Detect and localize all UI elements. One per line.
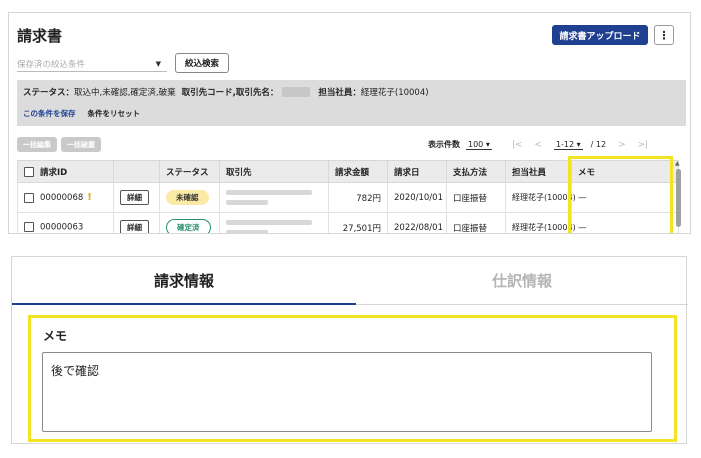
detail-cell: 詳細: [113, 182, 160, 213]
table-header-row: 請求ID ステータス 取引先 請求金額 請求日 支払方法 担当社員 メモ: [17, 160, 679, 183]
column-header-staff[interactable]: 担当社員: [505, 160, 572, 183]
detail-cell: 詳細: [113, 212, 160, 233]
column-header-memo[interactable]: メモ: [571, 160, 679, 183]
detail-button[interactable]: 詳細: [120, 220, 149, 233]
column-header-date[interactable]: 請求日: [387, 160, 447, 183]
filter-search-button[interactable]: 絞込検索: [175, 53, 229, 73]
date-cell: 2022/08/01: [387, 212, 447, 233]
column-header-actions: [113, 160, 160, 183]
column-header-partner[interactable]: 取引先: [219, 160, 329, 183]
filter-staff-label: 担当社員：: [318, 88, 361, 98]
status-badge: 未確認: [166, 190, 209, 205]
status-cell: 未確認: [159, 182, 220, 213]
tab-journal-info[interactable]: 仕訳情報: [356, 257, 688, 305]
bulk-edit-button[interactable]: 一括編集: [17, 137, 57, 152]
payment-method-cell: 口座振替: [446, 212, 506, 233]
invoice-id-cell: 00000068!: [17, 182, 114, 213]
filter-summary-bar: ステータス： 取込中,未確認,確定済,破棄 取引先コード,取引先名： 担当社員：…: [17, 80, 686, 126]
first-page-icon[interactable]: |<: [512, 140, 523, 150]
saved-filter-select[interactable]: 保存済の絞込条件 ▼: [17, 56, 167, 72]
invoice-detail-panel: 請求情報 仕訳情報 メモ 後で確認: [11, 256, 688, 444]
date-cell: 2020/10/01: [387, 182, 447, 213]
filter-status-label: ステータス：: [23, 88, 75, 98]
invoice-list-panel: 請求書 請求書アップロード ⋮ 保存済の絞込条件 ▼ 絞込検索 ステータス： 取…: [8, 12, 691, 234]
next-page-icon[interactable]: >: [618, 140, 626, 150]
payment-method-cell: 口座振替: [446, 182, 506, 213]
detail-button[interactable]: 詳細: [120, 190, 149, 205]
per-page-label: 表示件数: [428, 140, 460, 149]
prev-page-icon[interactable]: <: [534, 140, 542, 150]
row-checkbox[interactable]: [24, 192, 34, 203]
staff-cell: 経理花子(10004): [505, 182, 576, 213]
pagination: 表示件数 100 ▾ |< < 1-12 ▾ / 12 > >|: [428, 137, 660, 152]
amount-cell: 27,501円: [328, 212, 388, 233]
amount-cell: 782円: [328, 182, 388, 213]
invoice-table: 請求ID ステータス 取引先 請求金額 請求日 支払方法 担当社員 メモ 000…: [17, 160, 679, 233]
column-header-payment-method[interactable]: 支払方法: [446, 160, 506, 183]
filter-staff-value: 経理花子(10004): [360, 88, 429, 98]
memo-label: メモ: [43, 329, 68, 343]
table-row[interactable]: 00000068! 詳細 未確認 782円 2020/10/01 口座振替 経理…: [17, 182, 679, 213]
last-page-icon[interactable]: >|: [638, 140, 649, 150]
save-filter-link[interactable]: この条件を保存: [23, 108, 76, 119]
partner-cell-redacted: [219, 212, 329, 233]
row-checkbox[interactable]: [24, 222, 34, 233]
page-range-select[interactable]: 1-12 ▾: [553, 140, 583, 150]
staff-cell: 経理花子(10004): [505, 212, 576, 233]
status-badge: 確定済: [166, 219, 211, 233]
scroll-up-icon[interactable]: ▲: [675, 160, 680, 167]
per-page-select[interactable]: 100 ▾: [466, 140, 492, 150]
bulk-discard-button[interactable]: 一括破棄: [61, 137, 101, 152]
invoice-id-cell: 00000063: [17, 212, 114, 233]
filter-summary-line: ステータス： 取込中,未確認,確定済,破棄 取引先コード,取引先名： 担当社員：…: [23, 86, 429, 98]
memo-textarea[interactable]: 後で確認: [42, 352, 652, 432]
partner-cell-redacted: [219, 182, 329, 213]
page-title: 請求書: [17, 27, 63, 45]
column-header-amount[interactable]: 請求金額: [328, 160, 388, 183]
invoice-upload-button[interactable]: 請求書アップロード: [552, 25, 648, 45]
column-header-status[interactable]: ステータス: [159, 160, 220, 183]
filter-status-value: 取込中,未確認,確定済,破棄: [74, 88, 176, 98]
table-row[interactable]: 00000063 詳細 確定済 27,501円 2022/08/01 口座振替 …: [17, 212, 679, 233]
filter-partner-value-redacted: [282, 87, 311, 97]
status-cell: 確定済: [159, 212, 220, 233]
memo-cell: —: [571, 212, 679, 233]
filter-actions: この条件を保存 条件をリセット: [23, 108, 140, 119]
more-vertical-icon: ⋮: [658, 28, 670, 42]
reset-filter-link[interactable]: 条件をリセット: [88, 108, 141, 119]
column-header-id[interactable]: 請求ID: [17, 160, 114, 183]
memo-section: メモ 後で確認: [28, 315, 677, 442]
page-total: / 12: [590, 140, 607, 149]
tab-billing-info[interactable]: 請求情報: [12, 257, 356, 305]
caret-down-icon: ▼: [155, 59, 161, 68]
select-all-checkbox[interactable]: [24, 167, 34, 177]
table-scrollbar[interactable]: [676, 169, 681, 227]
memo-cell: —: [571, 182, 679, 213]
filter-partner-label: 取引先コード,取引先名：: [181, 88, 279, 98]
warning-icon: !: [87, 192, 92, 203]
saved-filter-placeholder: 保存済の絞込条件: [17, 59, 86, 70]
more-menu-button[interactable]: ⋮: [654, 25, 674, 45]
